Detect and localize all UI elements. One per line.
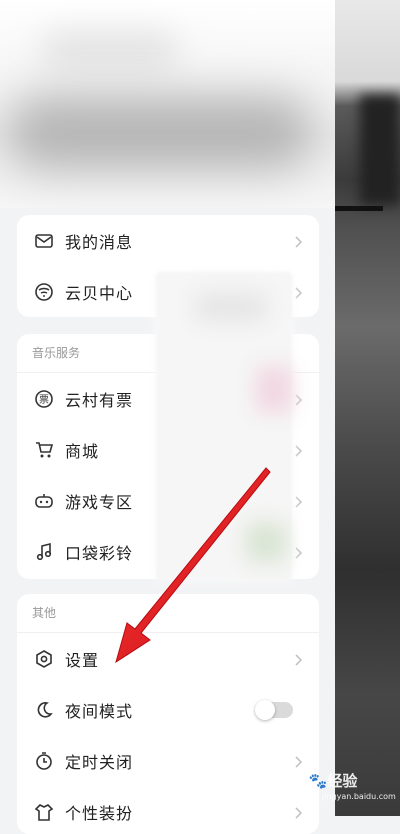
- watermark-suffix: 经验: [327, 772, 358, 790]
- watermark-brand: Bai🐾经验: [282, 772, 358, 790]
- watermark-url: jingyan.baidu.com: [322, 792, 396, 801]
- baidu-jingyan-watermark: Bai🐾经验 jingyan.baidu.com: [282, 768, 397, 808]
- annotation-arrow: [115, 467, 271, 664]
- watermark-brand-2: Bai: [282, 772, 309, 790]
